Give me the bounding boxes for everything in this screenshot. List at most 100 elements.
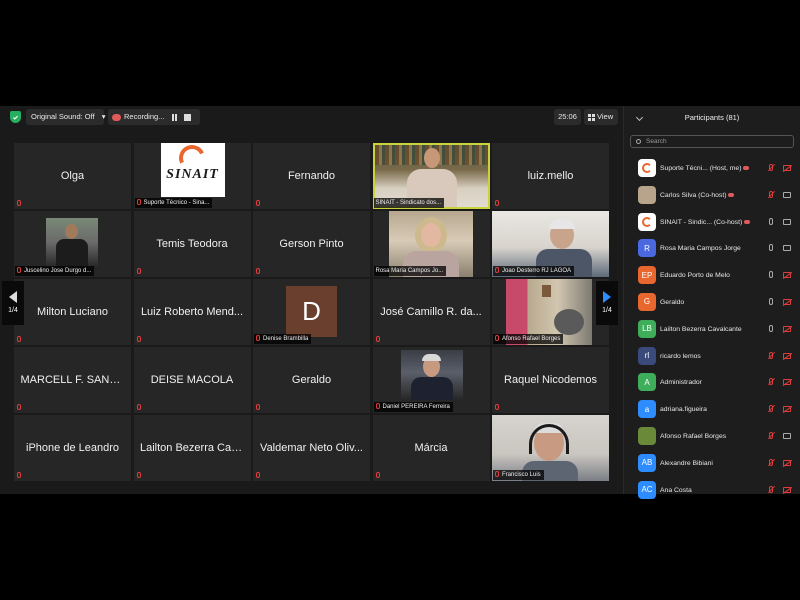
participant-row[interactable]: rl ricardo lemos bbox=[624, 343, 800, 370]
participant-row[interactable]: a adriana.figueira bbox=[624, 396, 800, 423]
participant-name-line: Alexandre Bibiani bbox=[660, 450, 778, 477]
video-off-icon[interactable] bbox=[783, 486, 791, 493]
tile-label-text: Suporte Técnico - Sina... bbox=[143, 200, 210, 206]
tile-label-text: Afonso Rafael Borges bbox=[502, 336, 561, 342]
participant-tile[interactable]: Fernando bbox=[253, 143, 370, 209]
pause-recording-icon[interactable] bbox=[171, 113, 177, 121]
participant-row[interactable]: AC Ana Costa bbox=[624, 477, 800, 504]
search-input[interactable]: Search bbox=[630, 135, 794, 148]
video-off-icon[interactable] bbox=[783, 325, 791, 332]
video-off-icon[interactable] bbox=[783, 352, 791, 359]
muted-mic-icon[interactable] bbox=[769, 351, 773, 359]
video-off-icon[interactable] bbox=[783, 272, 791, 279]
participant-tile[interactable]: Daniel PEREIRA Ferreira bbox=[372, 347, 490, 413]
avatar: D bbox=[286, 286, 337, 337]
participant-list: Suporte Técni... (Host, me) Carlos Silva … bbox=[624, 155, 800, 503]
logo-text: SINAIT bbox=[166, 167, 219, 182]
participant-row[interactable]: Carlos Silva (Co-host) bbox=[624, 182, 800, 209]
participant-row[interactable]: SINAIT - Sindic... (Co-host) bbox=[624, 209, 800, 236]
participant-row[interactable]: LB Lailton Bezerra Cavalcante bbox=[624, 316, 800, 343]
mic-icon[interactable] bbox=[769, 244, 773, 252]
original-sound-label: Original Sound: Off bbox=[31, 112, 95, 121]
participant-tile[interactable]: D Denise Brambilla bbox=[253, 279, 370, 345]
participant-tile[interactable]: Valdemar Neto Oliv... bbox=[253, 415, 370, 481]
view-button[interactable]: View bbox=[584, 109, 618, 125]
participant-tile[interactable]: Juscelino Jose Durgo d... bbox=[14, 211, 131, 277]
previous-page-button[interactable]: 1/4 bbox=[2, 281, 24, 325]
participant-name: SINAIT - Sindic... bbox=[660, 218, 712, 226]
participant-tile[interactable]: Francisco Luis bbox=[492, 415, 609, 481]
muted-mic-icon[interactable] bbox=[769, 164, 773, 171]
mic-icon[interactable] bbox=[769, 217, 773, 225]
participant-name: Rosa Maria Campos Jorge bbox=[660, 245, 741, 253]
participant-tile[interactable]: DEISE MACOLA bbox=[133, 347, 251, 413]
muted-mic-icon bbox=[256, 404, 260, 410]
participant-tile[interactable]: Joao Desterro RJ LAGOA bbox=[492, 211, 609, 277]
video-off-icon[interactable] bbox=[783, 165, 791, 171]
participant-row[interactable]: G Geraldo bbox=[624, 289, 800, 316]
video-icon[interactable] bbox=[783, 191, 791, 198]
stop-recording-icon[interactable] bbox=[183, 113, 191, 121]
mic-icon[interactable] bbox=[769, 297, 773, 305]
participant-tile[interactable]: Lailton Bezerra Cav... bbox=[133, 415, 251, 481]
participant-row[interactable]: EP Eduardo Porto de Melo bbox=[624, 262, 800, 289]
participant-tile[interactable]: luiz.mello bbox=[492, 143, 609, 209]
person-head bbox=[554, 309, 584, 335]
tile-label: Afonso Rafael Borges bbox=[493, 334, 564, 344]
tile-label-text: Juscelino Jose Durgo d... bbox=[24, 268, 92, 274]
muted-mic-icon[interactable] bbox=[769, 190, 773, 198]
participant-tile[interactable]: Milton Luciano bbox=[14, 279, 131, 345]
video-off-icon[interactable] bbox=[783, 298, 791, 305]
video-icon[interactable] bbox=[783, 432, 791, 439]
video-feed bbox=[46, 218, 98, 266]
participant-tile[interactable]: Geraldo bbox=[253, 347, 370, 413]
participant-tile[interactable]: Márcia bbox=[372, 415, 490, 481]
video-off-icon[interactable] bbox=[783, 379, 791, 386]
participant-tile[interactable]: SINAIT Suporte Técnico - Sina... bbox=[133, 143, 251, 209]
chevron-down-icon[interactable]: ▾ bbox=[102, 112, 106, 121]
participant-role: (Co-host) bbox=[698, 191, 727, 199]
participant-tile[interactable]: Raquel Nicodemos bbox=[492, 347, 609, 413]
muted-mic-icon[interactable] bbox=[769, 458, 773, 466]
video-icon[interactable] bbox=[783, 218, 791, 225]
video-icon[interactable] bbox=[783, 245, 791, 252]
participant-tile[interactable]: Olga bbox=[14, 143, 131, 209]
participant-name-line: adriana.figueira bbox=[660, 396, 778, 423]
participant-row[interactable]: R Rosa Maria Campos Jorge bbox=[624, 235, 800, 262]
muted-mic-icon[interactable] bbox=[769, 378, 773, 386]
participant-tile[interactable]: Gerson Pinto bbox=[253, 211, 370, 277]
mic-icon[interactable] bbox=[769, 324, 773, 332]
participant-row[interactable]: AB Alexandre Bibiani bbox=[624, 450, 800, 477]
active-speaker-tile[interactable]: SINAIT - Sindicato dos... bbox=[372, 143, 490, 209]
muted-mic-icon[interactable] bbox=[769, 431, 773, 439]
participant-tile[interactable]: Temis Teodora bbox=[133, 211, 251, 277]
next-page-button[interactable]: 1/4 bbox=[596, 281, 618, 325]
muted-mic-icon[interactable] bbox=[769, 405, 773, 413]
tile-label: Joao Desterro RJ LAGOA bbox=[493, 266, 575, 276]
muted-mic-icon[interactable] bbox=[769, 485, 773, 493]
participant-tile[interactable]: MARCELL F. SANTA... bbox=[14, 347, 131, 413]
muted-mic-icon bbox=[256, 268, 260, 274]
video-off-icon[interactable] bbox=[783, 459, 791, 466]
security-shield-icon[interactable] bbox=[10, 111, 21, 123]
participant-tile[interactable]: Luiz Roberto Mend... bbox=[133, 279, 251, 345]
participant-row[interactable]: A Administrador bbox=[624, 369, 800, 396]
original-sound-toggle[interactable]: Original Sound: Off ▾ bbox=[26, 109, 106, 125]
video-off-icon[interactable] bbox=[783, 406, 791, 413]
participant-name: Eduardo Porto de Melo bbox=[660, 272, 730, 280]
participant-row[interactable]: Afonso Rafael Borges bbox=[624, 423, 800, 450]
avatar: AB bbox=[638, 453, 656, 472]
participant-tile[interactable]: iPhone de Leandro bbox=[14, 415, 131, 481]
tile-name: MARCELL F. SANTA... bbox=[20, 374, 125, 386]
participant-name: Geraldo bbox=[660, 298, 685, 306]
participant-tile[interactable]: Afonso Rafael Borges bbox=[492, 279, 609, 345]
participant-row[interactable]: Suporte Técni... (Host, me) bbox=[624, 155, 800, 182]
participant-name-line: Lailton Bezerra Cavalcante bbox=[660, 316, 778, 343]
mic-icon[interactable] bbox=[769, 271, 773, 279]
tile-label-text: Denise Brambilla bbox=[263, 336, 309, 342]
collapse-chevron-icon[interactable] bbox=[635, 113, 644, 122]
zoom-window: Original Sound: Off ▾ Recording... 25:06… bbox=[0, 106, 800, 499]
participant-tile[interactable]: José Camillo R. da... bbox=[372, 279, 490, 345]
participant-tile[interactable]: Rosa Maria Campos Jo... bbox=[372, 211, 490, 277]
tile-name: José Camillo R. da... bbox=[380, 306, 482, 318]
